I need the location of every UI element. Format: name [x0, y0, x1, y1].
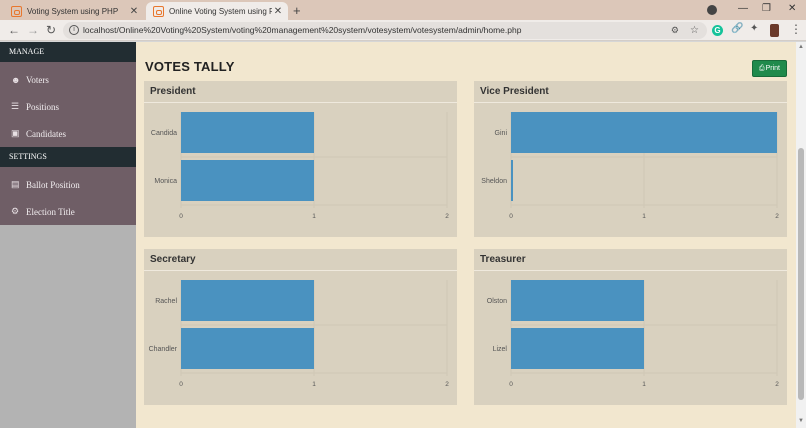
sidebar-item-positions[interactable]: ☰ Positions	[0, 93, 136, 120]
bar	[181, 328, 314, 369]
bar	[181, 112, 314, 153]
tick-label: 1	[312, 213, 316, 220]
chart-title: Treasurer	[474, 249, 787, 271]
avatar[interactable]	[770, 24, 779, 37]
address-bar[interactable]: i localhost/Online%20Voting%20System/vot…	[63, 22, 707, 39]
browser-tab[interactable]: Voting System using PHP ✕	[4, 2, 144, 20]
chart-box-vice-president: Vice President 0 1 2 Gini Sheldon	[474, 81, 787, 237]
key-icon[interactable]: ⚙	[671, 22, 679, 39]
minimize-icon[interactable]: —	[738, 3, 748, 14]
close-tab-icon[interactable]: ✕	[272, 6, 284, 17]
tab-title: Online Voting System using PHP	[169, 6, 272, 16]
scrollbar-thumb[interactable]	[798, 148, 804, 400]
tick-label: 2	[445, 381, 449, 388]
category-label: Sheldon	[481, 178, 507, 185]
cogs-icon: ⚙	[11, 206, 20, 216]
close-tab-icon[interactable]: ✕	[128, 6, 140, 17]
puzzle-icon[interactable]: ✦	[750, 23, 758, 34]
sidebar-item-label: Voters	[26, 74, 49, 85]
tick-label: 2	[445, 213, 449, 220]
main-content: VOTES TALLY ⎙ Print President 0 1 2 Candida…	[136, 42, 796, 428]
category-label: Olston	[487, 298, 507, 305]
sidebar-item-voters[interactable]: ☻ Voters	[0, 66, 136, 93]
tick-label: 0	[509, 213, 513, 220]
chart-title: Vice President	[474, 81, 787, 103]
forward-icon[interactable]: →	[27, 23, 39, 37]
users-icon: ☻	[11, 74, 21, 85]
browser-tab-active[interactable]: Online Voting System using PHP ✕	[146, 2, 288, 20]
bar	[511, 112, 777, 153]
sidebar-item-label: Election Title	[26, 206, 75, 217]
restore-icon[interactable]: ❐	[762, 3, 771, 14]
back-icon[interactable]: ←	[8, 23, 20, 37]
sidebar-header-manage: MANAGE	[0, 42, 136, 62]
chart-title: President	[144, 81, 457, 103]
bar	[511, 280, 644, 321]
vice-president-chart: 0 1 2 Gini Sheldon	[481, 112, 779, 220]
favicon-icon	[153, 5, 164, 17]
bar	[511, 328, 644, 369]
tick-label: 2	[775, 213, 779, 220]
browser-tab-bar: Voting System using PHP ✕ Online Voting …	[0, 0, 806, 20]
download-icon[interactable]	[707, 5, 717, 15]
chart-box-secretary: Secretary 0 1 2 Rachel Chandler	[144, 249, 457, 405]
link-icon[interactable]: 🔗	[731, 23, 743, 34]
tick-label: 1	[312, 381, 316, 388]
chart-title: Secretary	[144, 249, 457, 271]
chart-box-president: President 0 1 2 Candida Monica	[144, 81, 457, 237]
secretary-chart: 0 1 2 Rachel Chandler	[149, 280, 449, 388]
info-icon[interactable]: i	[69, 25, 79, 35]
favicon-icon	[11, 5, 22, 17]
tick-label: 1	[642, 381, 646, 388]
print-button-label: Print	[765, 65, 780, 72]
category-label: Monica	[154, 178, 177, 185]
file-icon: ▤	[11, 179, 20, 189]
tab-title: Voting System using PHP	[27, 6, 119, 16]
new-tab-button[interactable]: +	[293, 3, 301, 18]
url-text: localhost/Online%20Voting%20System/votin…	[83, 25, 522, 35]
category-label: Rachel	[155, 298, 177, 305]
treasurer-chart: 0 1 2 Olston Lizel	[487, 280, 779, 388]
tick-label: 2	[775, 381, 779, 388]
sidebar-item-ballot-position[interactable]: ▤ Ballot Position	[0, 171, 136, 198]
bar	[181, 280, 314, 321]
category-label: Gini	[495, 130, 508, 137]
president-chart: 0 1 2 Candida Monica	[151, 112, 449, 220]
id-card-icon: ▣	[11, 128, 20, 138]
menu-icon[interactable]: ⋮	[790, 22, 802, 36]
tick-label: 0	[509, 381, 513, 388]
page-title: VOTES TALLY	[145, 59, 235, 74]
sidebar: MANAGE ☻ Voters ☰ Positions ▣ Candidates…	[0, 42, 136, 428]
sidebar-header-settings: SETTINGS	[0, 147, 136, 167]
sidebar-item-label: Positions	[26, 101, 60, 112]
print-button[interactable]: ⎙ Print	[752, 60, 787, 77]
tick-label: 1	[642, 213, 646, 220]
sidebar-item-label: Candidates	[26, 128, 66, 139]
browser-toolbar: ← → ↻ i localhost/Online%20Voting%20Syst…	[0, 20, 806, 41]
chart-box-treasurer: Treasurer 0 1 2 Olston Lizel	[474, 249, 787, 405]
reload-icon[interactable]: ↻	[46, 23, 56, 37]
bar	[181, 160, 314, 201]
sidebar-item-label: Ballot Position	[26, 179, 80, 190]
sidebar-item-candidates[interactable]: ▣ Candidates	[0, 120, 136, 147]
category-label: Chandler	[149, 346, 178, 353]
close-window-icon[interactable]: ✕	[788, 3, 796, 14]
grammarly-icon[interactable]: G	[712, 25, 723, 36]
sidebar-item-election-title[interactable]: ⚙ Election Title	[0, 198, 136, 225]
list-icon: ☰	[11, 101, 20, 111]
scroll-down-icon[interactable]: ▼	[798, 418, 804, 424]
tick-label: 0	[179, 213, 183, 220]
category-label: Candida	[151, 130, 177, 137]
star-icon[interactable]: ☆	[690, 22, 699, 39]
category-label: Lizel	[493, 346, 508, 353]
tick-label: 0	[179, 381, 183, 388]
bar	[511, 160, 513, 201]
scroll-up-icon[interactable]: ▲	[798, 44, 804, 50]
print-icon: ⎙	[758, 64, 765, 72]
